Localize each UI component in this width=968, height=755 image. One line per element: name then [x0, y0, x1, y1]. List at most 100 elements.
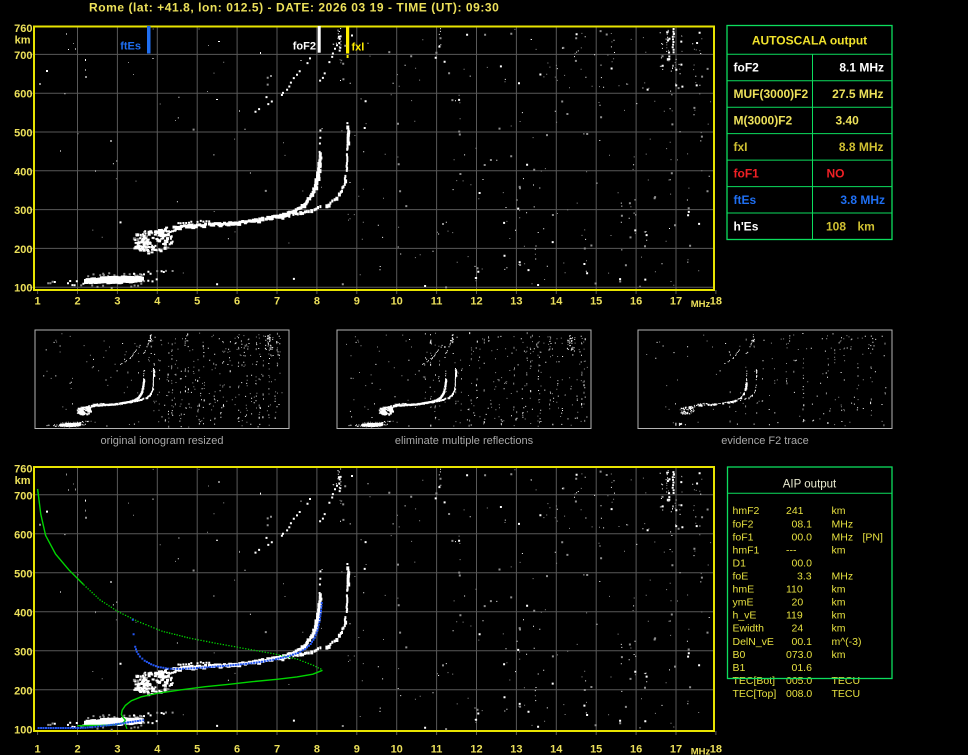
svg-text:600: 600	[14, 529, 32, 541]
svg-text:760: 760	[14, 463, 32, 475]
svg-text:8.1 MHz: 8.1 MHz	[839, 61, 884, 75]
svg-text:3: 3	[114, 296, 120, 308]
svg-text:100: 100	[14, 724, 32, 736]
svg-text:18: 18	[710, 744, 722, 755]
svg-text:5: 5	[194, 296, 200, 308]
svg-text:01.6: 01.6	[792, 662, 813, 674]
svg-text:original ionogram resized: original ionogram resized	[101, 435, 224, 447]
svg-text:12: 12	[470, 296, 482, 308]
svg-text:12: 12	[470, 744, 482, 755]
svg-text:3.40: 3.40	[836, 114, 860, 128]
svg-text:ymE: ymE	[733, 597, 754, 609]
svg-text:14: 14	[550, 744, 563, 755]
svg-text:110: 110	[786, 584, 803, 596]
svg-text:005.0: 005.0	[786, 675, 812, 687]
svg-text:10: 10	[391, 296, 403, 308]
svg-text:MHz: MHz	[832, 571, 854, 583]
svg-text:3: 3	[114, 744, 120, 755]
svg-text:MHz: MHz	[691, 299, 711, 310]
svg-text:108: 108	[826, 219, 846, 233]
svg-text:km: km	[832, 610, 846, 622]
svg-text:00.0: 00.0	[792, 531, 813, 543]
svg-text:241: 241	[786, 505, 804, 517]
svg-text:foF2: foF2	[733, 518, 754, 530]
svg-text:24: 24	[792, 623, 804, 635]
svg-text:2: 2	[74, 744, 80, 755]
svg-text:km: km	[832, 623, 846, 635]
svg-text:foF1: foF1	[734, 167, 760, 181]
svg-text:4: 4	[154, 744, 161, 755]
svg-text:D1: D1	[733, 557, 747, 569]
svg-text:400: 400	[14, 166, 32, 178]
svg-text:fxl: fxl	[352, 42, 365, 54]
svg-text:13: 13	[510, 744, 522, 755]
svg-text:M(3000)F2: M(3000)F2	[734, 114, 793, 128]
svg-text:8: 8	[314, 296, 320, 308]
svg-text:1: 1	[35, 296, 41, 308]
svg-text:Ewidth: Ewidth	[733, 623, 765, 635]
svg-text:km: km	[15, 35, 31, 47]
svg-text:18: 18	[710, 296, 722, 308]
svg-text:00.1: 00.1	[792, 636, 813, 648]
svg-text:TEC[Bot]: TEC[Bot]	[733, 675, 776, 687]
svg-text:15: 15	[590, 296, 602, 308]
svg-text:073.0: 073.0	[786, 649, 812, 661]
svg-text:7: 7	[274, 296, 280, 308]
svg-text:km: km	[858, 219, 875, 233]
svg-text:3.3: 3.3	[797, 571, 812, 583]
svg-text:ftEs: ftEs	[734, 193, 757, 207]
svg-text:400: 400	[14, 607, 32, 619]
svg-text:16: 16	[630, 744, 642, 755]
svg-text:14: 14	[550, 296, 563, 308]
svg-text:TECU: TECU	[832, 675, 861, 687]
svg-text:5: 5	[194, 744, 200, 755]
svg-text:11: 11	[431, 744, 443, 755]
svg-text:8: 8	[314, 744, 320, 755]
svg-text:---: ---	[786, 544, 797, 556]
svg-text:fxI: fxI	[734, 140, 748, 154]
svg-text:NO: NO	[827, 167, 845, 181]
svg-text:13: 13	[510, 296, 522, 308]
svg-text:MHz: MHz	[832, 531, 854, 543]
svg-text:15: 15	[590, 744, 602, 755]
svg-text:00.0: 00.0	[792, 557, 813, 569]
svg-text:200: 200	[14, 244, 32, 256]
svg-text:km: km	[832, 584, 846, 596]
svg-text:9: 9	[354, 296, 360, 308]
svg-text:4: 4	[154, 296, 161, 308]
svg-text:hmF2: hmF2	[733, 505, 760, 517]
svg-text:119: 119	[786, 610, 803, 622]
svg-text:DelN_vE: DelN_vE	[733, 636, 774, 648]
svg-text:km: km	[15, 475, 31, 487]
svg-text:3.8 MHz: 3.8 MHz	[840, 193, 885, 207]
svg-text:AUTOSCALA output: AUTOSCALA output	[752, 34, 867, 48]
svg-text:300: 300	[14, 646, 32, 658]
svg-text:MHz: MHz	[691, 747, 711, 755]
svg-text:2: 2	[74, 296, 80, 308]
svg-text:17: 17	[670, 744, 682, 755]
svg-text:foE: foE	[733, 571, 749, 583]
svg-text:9: 9	[354, 744, 360, 755]
svg-text:760: 760	[14, 23, 32, 35]
svg-text:16: 16	[630, 296, 642, 308]
svg-text:8.8 MHz: 8.8 MHz	[839, 140, 884, 154]
svg-text:foF1: foF1	[733, 531, 754, 543]
svg-text:TECU: TECU	[832, 688, 861, 700]
svg-text:B0: B0	[733, 649, 746, 661]
svg-text:27.5 MHz: 27.5 MHz	[832, 87, 883, 101]
svg-text:08.1: 08.1	[792, 518, 813, 530]
svg-text:700: 700	[14, 50, 32, 62]
svg-text:AIP output: AIP output	[783, 479, 837, 491]
svg-text:km: km	[832, 649, 846, 661]
svg-text:km: km	[832, 597, 846, 609]
svg-text:500: 500	[14, 568, 32, 580]
svg-text:17: 17	[670, 296, 682, 308]
svg-text:h'Es: h'Es	[734, 219, 759, 233]
svg-text:008.0: 008.0	[786, 688, 812, 700]
svg-text:km: km	[832, 544, 846, 556]
svg-text:7: 7	[274, 744, 280, 755]
svg-text:300: 300	[14, 205, 32, 217]
svg-text:ftEs: ftEs	[120, 41, 141, 53]
svg-text:hmF1: hmF1	[733, 544, 760, 556]
svg-text:km: km	[832, 505, 846, 517]
